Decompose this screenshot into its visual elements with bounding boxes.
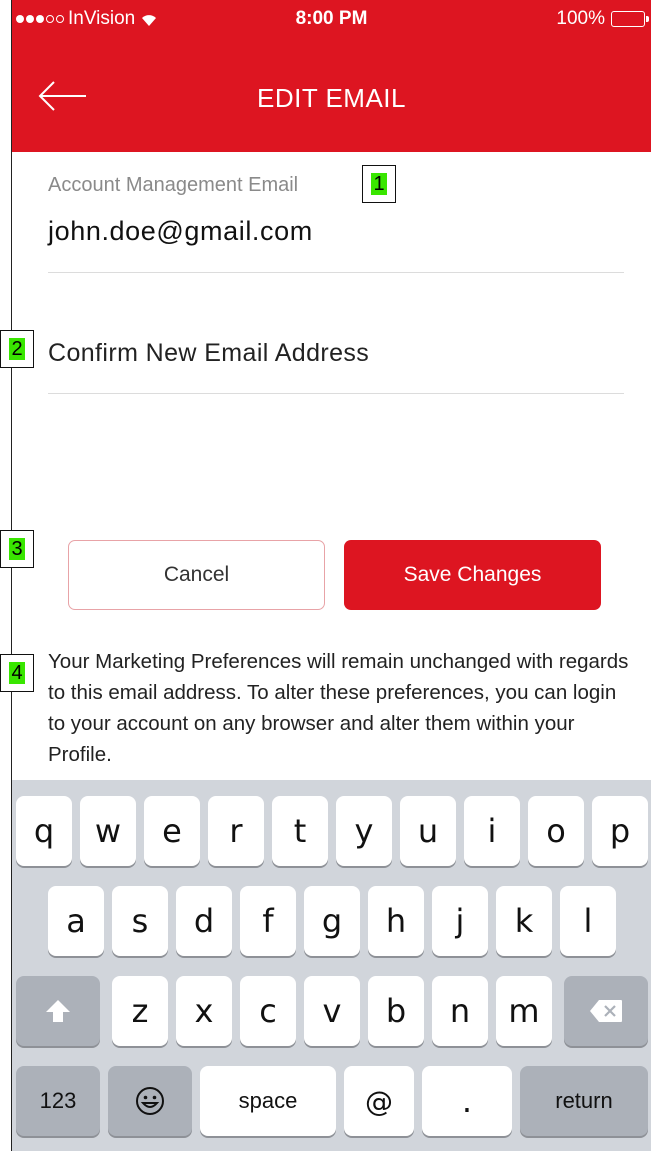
phone-screen: InVision 8:00 PM 100% EDIT EMAIL Account… bbox=[12, 0, 651, 1151]
key-d[interactable]: d bbox=[176, 886, 232, 956]
battery-icon bbox=[611, 11, 649, 27]
field-divider bbox=[48, 393, 624, 394]
navigation-bar: EDIT EMAIL bbox=[12, 40, 651, 152]
period-key[interactable]: . bbox=[422, 1066, 512, 1136]
annotation-marker-2: 2 bbox=[0, 330, 34, 368]
key-a[interactable]: a bbox=[48, 886, 104, 956]
app-header: InVision 8:00 PM 100% EDIT EMAIL bbox=[12, 0, 651, 152]
key-z[interactable]: z bbox=[112, 976, 168, 1046]
status-bar: InVision 8:00 PM 100% bbox=[12, 0, 651, 40]
battery-status: 100% bbox=[556, 8, 649, 30]
key-q[interactable]: q bbox=[16, 796, 72, 866]
key-t[interactable]: t bbox=[272, 796, 328, 866]
cancel-button[interactable]: Cancel bbox=[68, 540, 325, 610]
key-o[interactable]: o bbox=[528, 796, 584, 866]
marketing-preferences-note: Your Marketing Preferences will remain u… bbox=[48, 650, 629, 766]
key-m[interactable]: m bbox=[496, 976, 552, 1046]
shift-icon bbox=[46, 1000, 70, 1022]
key-r[interactable]: r bbox=[208, 796, 264, 866]
status-time: 8:00 PM bbox=[295, 8, 368, 29]
confirm-email-input[interactable] bbox=[48, 330, 624, 376]
key-f[interactable]: f bbox=[240, 886, 296, 956]
key-w[interactable]: w bbox=[80, 796, 136, 866]
field-divider bbox=[48, 272, 624, 273]
page-title: EDIT EMAIL bbox=[256, 83, 406, 113]
marker-label: 1 bbox=[371, 173, 387, 195]
key-b[interactable]: b bbox=[368, 976, 424, 1046]
battery-percent: 100% bbox=[556, 8, 605, 29]
emoji-key[interactable] bbox=[108, 1066, 192, 1136]
key-g[interactable]: g bbox=[304, 886, 360, 956]
delete-icon bbox=[590, 1000, 622, 1022]
emoji-icon bbox=[136, 1087, 164, 1115]
key-h[interactable]: h bbox=[368, 886, 424, 956]
key-j[interactable]: j bbox=[432, 886, 488, 956]
key-l[interactable]: l bbox=[560, 886, 616, 956]
key-u[interactable]: u bbox=[400, 796, 456, 866]
key-k[interactable]: k bbox=[496, 886, 552, 956]
key-v[interactable]: v bbox=[304, 976, 360, 1046]
key-p[interactable]: p bbox=[592, 796, 648, 866]
numbers-key[interactable]: 123 bbox=[16, 1066, 100, 1136]
annotation-marker-4: 4 bbox=[0, 654, 34, 692]
marker-label: 2 bbox=[9, 338, 25, 360]
marker-label: 3 bbox=[9, 538, 25, 560]
shift-key[interactable] bbox=[16, 976, 100, 1046]
marker-label: 4 bbox=[9, 662, 25, 684]
space-key[interactable]: space bbox=[200, 1066, 336, 1136]
delete-key[interactable] bbox=[564, 976, 648, 1046]
key-s[interactable]: s bbox=[112, 886, 168, 956]
at-key[interactable]: @ bbox=[344, 1066, 414, 1136]
key-i[interactable]: i bbox=[464, 796, 520, 866]
save-changes-button[interactable]: Save Changes bbox=[344, 540, 601, 610]
annotation-marker-1: 1 bbox=[362, 165, 396, 203]
keyboard: q w e r t y u i o p a s d f g h j k l z … bbox=[12, 780, 651, 1151]
return-key[interactable]: return bbox=[520, 1066, 648, 1136]
annotation-marker-3: 3 bbox=[0, 530, 34, 568]
key-n[interactable]: n bbox=[432, 976, 488, 1046]
key-y[interactable]: y bbox=[336, 796, 392, 866]
key-c[interactable]: c bbox=[240, 976, 296, 1046]
key-e[interactable]: e bbox=[144, 796, 200, 866]
account-email-value: john.doe@gmail.com bbox=[48, 216, 313, 246]
key-x[interactable]: x bbox=[176, 976, 232, 1046]
account-email-label: Account Management Email bbox=[48, 174, 299, 196]
